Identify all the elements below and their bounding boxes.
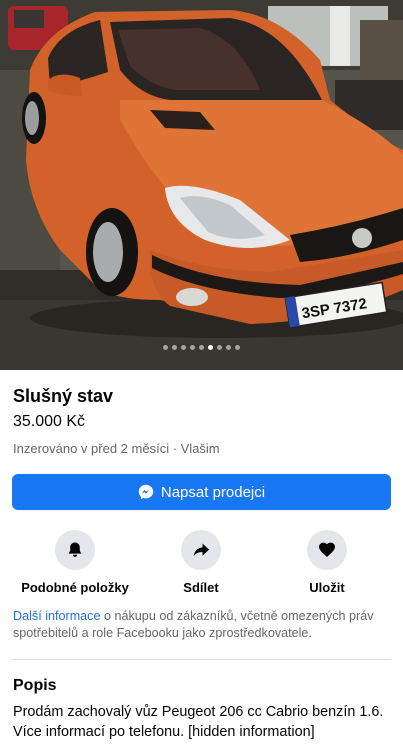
description-heading: Popis — [13, 677, 57, 694]
similar-items-button[interactable]: Podobné položky — [10, 530, 140, 595]
pagination-dot — [208, 345, 213, 350]
pagination-dot — [181, 345, 186, 350]
action-row: Podobné položky Sdílet Uložit — [0, 530, 403, 600]
listing-title: Slušný stav — [13, 386, 114, 406]
more-info-link[interactable]: Další informace — [13, 609, 101, 623]
share-label: Sdílet — [183, 580, 219, 595]
pagination-dot — [163, 345, 168, 350]
message-seller-button[interactable]: Napsat prodejci — [12, 474, 391, 510]
similar-items-label: Podobné položky — [21, 580, 129, 595]
pagination-dot — [217, 345, 222, 350]
pagination-dot — [235, 345, 240, 350]
share-button[interactable]: Sdílet — [136, 530, 266, 595]
pagination-dot — [172, 345, 177, 350]
pagination-dot — [226, 345, 231, 350]
heart-icon — [307, 530, 347, 570]
share-icon — [181, 530, 221, 570]
description-text: Prodám zachovalý vůz Peugeot 206 cc Cabr… — [13, 704, 384, 740]
listing-meta: Inzerováno v před 2 měsíci · Vlašim — [13, 441, 220, 456]
pagination-dot — [190, 345, 195, 350]
buyer-info-notice: Další informace o nákupu od zákazníků, v… — [13, 608, 391, 642]
bell-icon — [55, 530, 95, 570]
listing-price: 35.000 Kč — [13, 413, 86, 430]
pagination-dot — [199, 345, 204, 350]
messenger-icon — [138, 484, 154, 500]
image-pagination — [0, 345, 403, 350]
save-button[interactable]: Uložit — [262, 530, 392, 595]
car-photo: 3SP 7372 — [0, 0, 403, 370]
listing-photo[interactable]: 3SP 7372 — [0, 0, 403, 370]
message-seller-label: Napsat prodejci — [160, 483, 266, 501]
section-divider — [12, 659, 391, 660]
save-label: Uložit — [309, 580, 345, 595]
